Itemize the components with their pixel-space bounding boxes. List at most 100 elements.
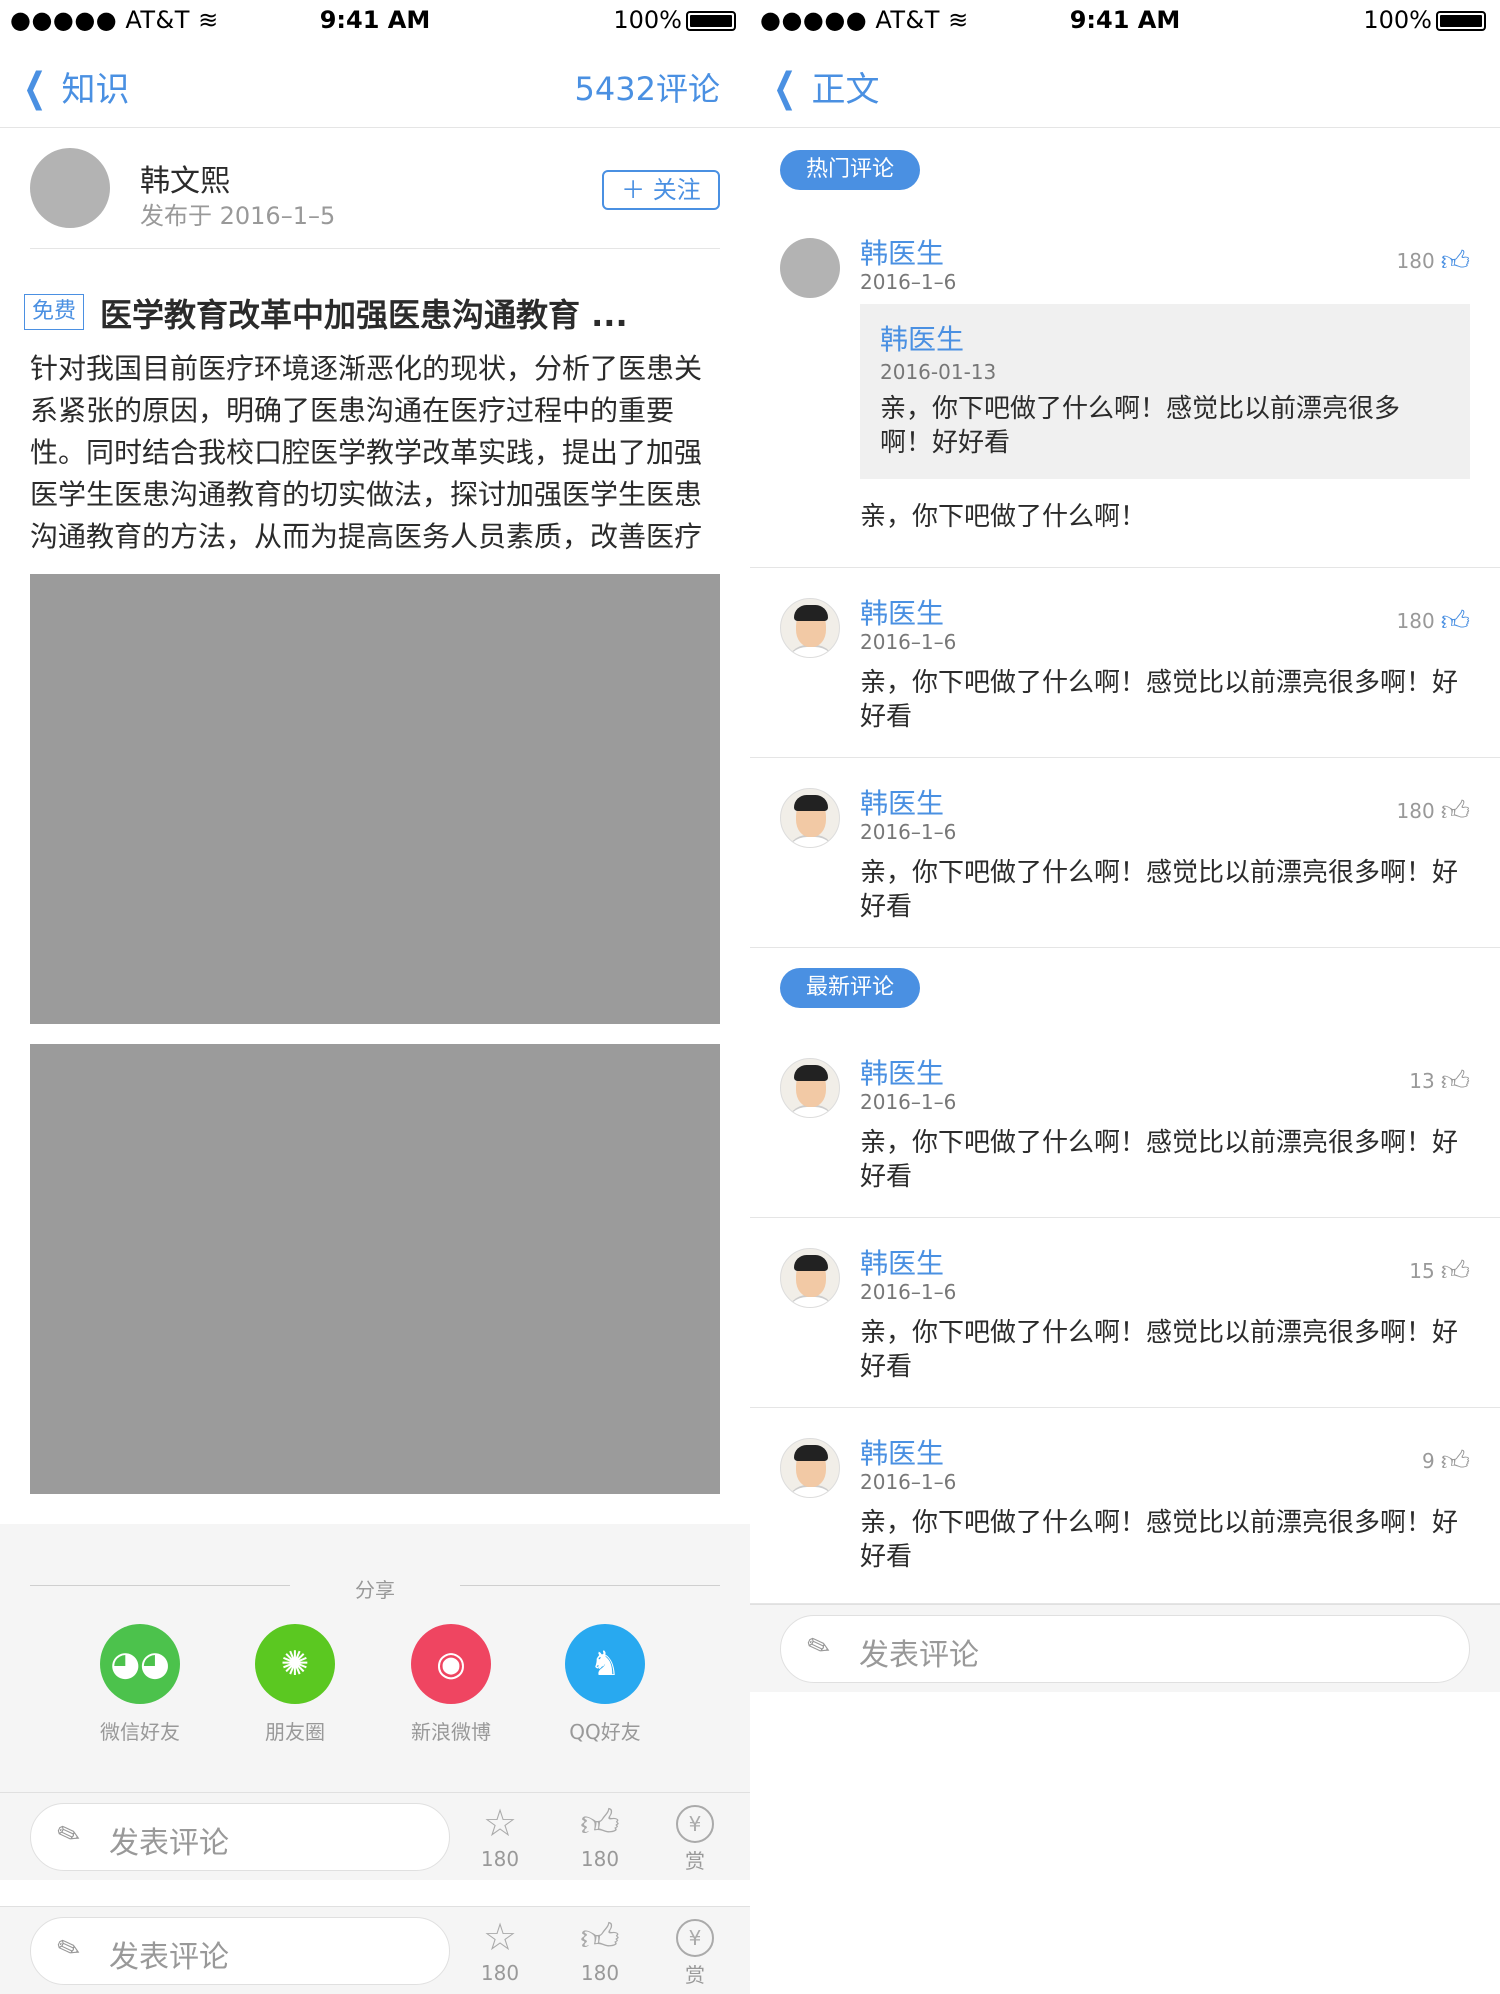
- share-moments[interactable]: ✺ 朋友圈: [230, 1624, 360, 1745]
- back-button[interactable]: ❮ 正文: [768, 62, 879, 111]
- comment-text: 亲，你下吧做了什么啊！感觉比以前漂亮很多啊！好好看: [860, 858, 1459, 922]
- wechat-icon: ◕◕: [100, 1624, 180, 1704]
- share-weibo[interactable]: ◉ 新浪微博: [386, 1624, 516, 1745]
- favorite-button[interactable]: ☆ 180: [460, 1801, 540, 1871]
- comment-author[interactable]: 韩医生: [860, 1432, 944, 1472]
- comment-date: 2016–1–6: [860, 1280, 957, 1304]
- thumbs-up-icon: 👍︎: [1440, 1254, 1470, 1287]
- thumbs-up-icon: 👍︎: [1440, 1064, 1470, 1097]
- comment-text: 亲，你下吧做了什么啊！感觉比以前漂亮很多啊！好好看: [860, 1128, 1459, 1192]
- follow-button[interactable]: ＋ 关注: [602, 170, 720, 210]
- status-bar: ●●●●● AT&T ≋ 9:41 AM 100%: [750, 0, 1500, 40]
- comment-text: 亲，你下吧做了什么啊！: [860, 502, 1147, 532]
- thumbs-up-icon: 👍︎: [1440, 604, 1470, 637]
- comment-compose-bar: ✎ 发表评论: [750, 1604, 1500, 1692]
- battery-icon: [686, 11, 736, 31]
- reward-label: 赏: [685, 1963, 705, 1987]
- like-button[interactable]: 👍︎ 180: [560, 1915, 640, 1985]
- share-label-qq: QQ好友: [569, 1720, 641, 1744]
- comment-item: 韩医生 2016–1–6 9 👍︎ 亲，你下吧做了什么啊！感觉比以前漂亮很多啊！好…: [750, 1437, 1500, 1604]
- comment-author[interactable]: 韩医生: [860, 782, 944, 822]
- status-bar: ●●●●● AT&T ≋ 9:41 AM 100%: [0, 0, 750, 40]
- like-count: 180: [1396, 609, 1435, 633]
- share-qq[interactable]: ♞ QQ好友: [540, 1624, 670, 1745]
- share-label-moments: 朋友圈: [265, 1720, 325, 1744]
- comment-input[interactable]: ✎ 发表评论: [30, 1803, 450, 1871]
- comment-text: 亲，你下吧做了什么啊！感觉比以前漂亮很多啊！好好看: [860, 1508, 1459, 1572]
- comment-date: 2016–1–6: [860, 1470, 957, 1494]
- article-action-bar: ✎ 发表评论 ☆ 180 👍︎ 180 ¥ 赏: [0, 1792, 750, 1880]
- star-icon: ☆: [482, 1915, 518, 1959]
- publish-date: 发布于 2016–1–5: [140, 202, 336, 230]
- author-name[interactable]: 韩文熙: [140, 156, 230, 200]
- article-title[interactable]: 医学教育改革中加强医患沟通教育 ...: [100, 290, 628, 336]
- article-summary: 针对我国目前医疗环境逐渐恶化的现状，分析了医患关系紧张的原因，明确了医患沟通在医…: [30, 352, 703, 553]
- comment-like-button[interactable]: 180 👍︎: [1397, 794, 1470, 828]
- avatar[interactable]: [30, 148, 110, 228]
- avatar[interactable]: [780, 1248, 840, 1308]
- like-count: 180: [1396, 249, 1435, 273]
- weibo-icon: ◉: [411, 1624, 491, 1704]
- nav-bar: ❮ 正文: [750, 40, 1500, 128]
- price-tag: 免费: [24, 294, 84, 330]
- comment-author[interactable]: 韩医生: [860, 1242, 944, 1282]
- pencil-icon: ✎: [802, 1626, 836, 1667]
- comment-text: 亲，你下吧做了什么啊！感觉比以前漂亮很多啊！好好看: [860, 1318, 1459, 1382]
- comment-input[interactable]: ✎ 发表评论: [780, 1615, 1470, 1683]
- avatar[interactable]: [780, 238, 840, 298]
- favorite-count: 180: [480, 1847, 520, 1871]
- comment-like-button[interactable]: 180 👍︎: [1397, 604, 1470, 638]
- quoted-author[interactable]: 韩医生: [880, 318, 964, 358]
- avatar[interactable]: [780, 1058, 840, 1118]
- comment-text: 亲，你下吧做了什么啊！感觉比以前漂亮很多啊！好好看: [860, 668, 1459, 732]
- like-button[interactable]: 👍︎ 180: [560, 1801, 640, 1871]
- share-wechat[interactable]: ◕◕ 微信好友: [75, 1624, 205, 1745]
- comment-author[interactable]: 韩医生: [860, 232, 944, 272]
- like-count: 180: [580, 1961, 620, 1985]
- article-title-row: 免费 医学教育改革中加强医患沟通教育 ...: [24, 290, 724, 334]
- comment-author[interactable]: 韩医生: [860, 1052, 944, 1092]
- yen-icon: ¥: [676, 1805, 714, 1843]
- comment-like-button[interactable]: 180 👍︎: [1397, 244, 1470, 278]
- favorite-button[interactable]: ☆ 180: [460, 1915, 540, 1985]
- thumbs-up-icon: 👍︎: [1440, 244, 1470, 277]
- yen-icon: ¥: [676, 1919, 714, 1957]
- comment-item: 韩医生 2016–1–6 13 👍︎ 亲，你下吧做了什么啊！感觉比以前漂亮很多啊！…: [750, 1057, 1500, 1218]
- comment-item: 韩医生 2016–1–6 180 👍︎ 韩医生 2016-01-13 亲，你下吧做…: [750, 237, 1500, 568]
- comment-item: 韩医生 2016–1–6 15 👍︎ 亲，你下吧做了什么啊！感觉比以前漂亮很多啊！…: [750, 1247, 1500, 1408]
- new-comments-label: 最新评论: [780, 968, 920, 1008]
- comment-date: 2016–1–6: [860, 630, 957, 654]
- avatar[interactable]: [780, 598, 840, 658]
- quoted-comment: 韩医生 2016-01-13 亲，你下吧做了什么啊！感觉比以前漂亮很多啊！好好看: [860, 304, 1470, 479]
- share-panel: 分享 ◕◕ 微信好友 ✺ 朋友圈 ◉ 新浪微博 ♞ QQ好友: [0, 1524, 750, 1792]
- avatar[interactable]: [780, 788, 840, 848]
- divider: [30, 248, 720, 249]
- comment-like-button[interactable]: 13 👍︎: [1409, 1064, 1470, 1098]
- divider: [460, 1585, 720, 1586]
- like-count: 15: [1409, 1259, 1435, 1283]
- comment-like-button[interactable]: 15 👍︎: [1409, 1254, 1470, 1288]
- comment-placeholder: 发表评论: [859, 1638, 979, 1673]
- comment-item: 韩医生 2016–1–6 180 👍︎ 亲，你下吧做了什么啊！感觉比以前漂亮很多啊…: [750, 787, 1500, 948]
- reward-button[interactable]: ¥ 赏: [655, 1915, 735, 1988]
- comments-count-link[interactable]: 5432评论: [575, 64, 720, 110]
- reward-label: 赏: [685, 1849, 705, 1873]
- avatar[interactable]: [780, 1438, 840, 1498]
- quoted-date: 2016-01-13: [880, 360, 997, 384]
- article-action-bar: ✎ 发表评论 ☆ 180 👍︎ 180 ¥ 赏: [0, 1906, 750, 1994]
- reward-button[interactable]: ¥ 赏: [655, 1801, 735, 1874]
- article-image[interactable]: [30, 1044, 720, 1494]
- comment-author[interactable]: 韩医生: [860, 592, 944, 632]
- moments-icon: ✺: [255, 1624, 335, 1704]
- thumbs-up-icon: 👍︎: [1440, 794, 1470, 827]
- article-image[interactable]: [30, 574, 720, 1024]
- back-label: 知识: [61, 70, 130, 110]
- comment-date: 2016–1–6: [860, 820, 957, 844]
- comment-like-button[interactable]: 9 👍︎: [1422, 1444, 1470, 1478]
- comment-date: 2016–1–6: [860, 270, 957, 294]
- comment-input[interactable]: ✎ 发表评论: [30, 1917, 450, 1985]
- thumbs-up-icon: 👍︎: [580, 1801, 620, 1845]
- qq-icon: ♞: [565, 1624, 645, 1704]
- share-label: 分享: [355, 1578, 395, 1602]
- back-button[interactable]: ❮ 知识: [18, 62, 130, 111]
